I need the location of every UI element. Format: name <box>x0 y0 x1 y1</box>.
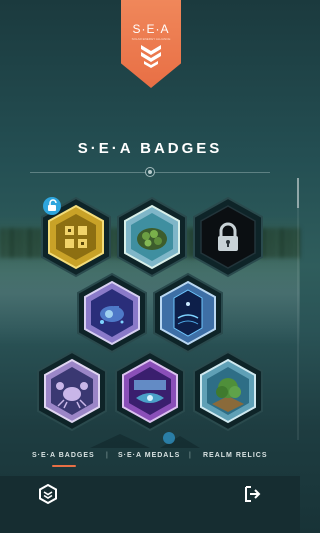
scrollbar-thumb[interactable] <box>297 178 299 208</box>
page-title: S·E·A BADGES <box>77 140 223 157</box>
sea-logo-banner: S·E·A SOLAR ENERGY ALLIANCE <box>121 0 181 88</box>
badge-submarine[interactable] <box>76 272 148 354</box>
tab-separator: | <box>106 452 108 459</box>
badge-locked[interactable] <box>192 196 264 278</box>
tab-sea-medals[interactable]: S·E·A MEDALS <box>118 452 180 459</box>
badge-row-partial <box>90 432 200 448</box>
tab-bar: S·E·A BADGES | S·E·A MEDALS | REALM RELI… <box>0 452 300 472</box>
home-logo-icon[interactable] <box>38 483 58 505</box>
tab-separator: | <box>189 452 191 459</box>
tab-sea-badges[interactable]: S·E·A BADGES <box>32 452 95 459</box>
sea-emblem-icon <box>141 45 161 68</box>
logout-icon[interactable] <box>242 484 262 504</box>
badge-ocean-whirl[interactable] <box>114 350 186 432</box>
logo-text: S·E·A <box>132 22 170 36</box>
title-divider-dot <box>145 167 155 177</box>
badge-turtle-island[interactable] <box>116 196 188 278</box>
badge-deep-sea-light[interactable] <box>152 272 224 354</box>
badge-tree-island[interactable] <box>192 350 264 432</box>
badge-crab[interactable] <box>36 350 108 432</box>
logo-subtitle: SOLAR ENERGY ALLIANCE <box>131 37 171 41</box>
scrollbar-track[interactable] <box>297 178 299 440</box>
active-tab-indicator <box>52 465 76 467</box>
tab-realm-relics[interactable]: REALM RELICS <box>203 452 268 459</box>
unlock-new-icon <box>43 197 61 215</box>
